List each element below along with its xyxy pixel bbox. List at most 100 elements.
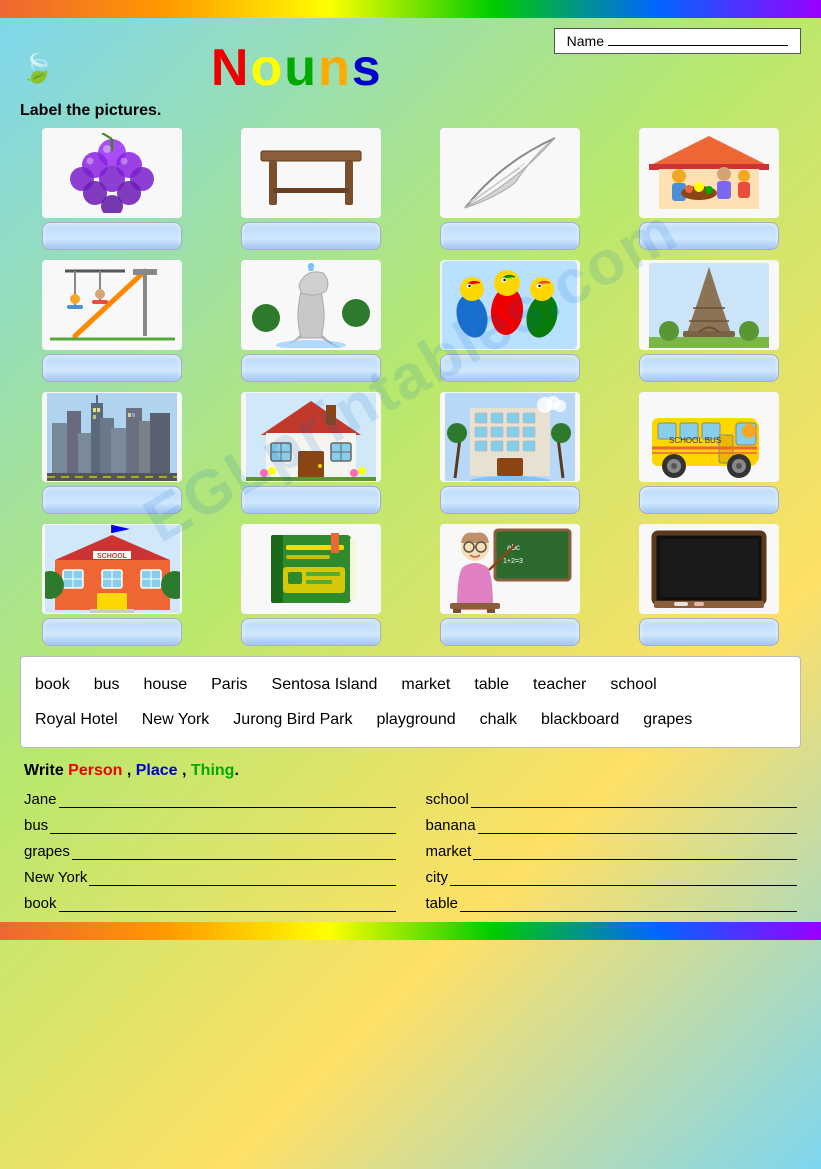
write-book-line[interactable]	[59, 894, 396, 912]
pic-label-book[interactable]	[241, 618, 381, 646]
pic-feather	[440, 128, 580, 218]
write-table: table	[426, 894, 798, 912]
wb-house: house	[144, 667, 188, 702]
pic-merlion	[241, 260, 381, 350]
write-market-label: market	[426, 843, 472, 860]
leaf-icon: 🍃	[20, 52, 55, 85]
wb-market: market	[401, 667, 450, 702]
wb-bus: bus	[94, 667, 120, 702]
pic-label-market[interactable]	[639, 222, 779, 250]
pic-market	[639, 128, 779, 218]
write-bus-line[interactable]	[50, 816, 395, 834]
pic-label-feather[interactable]	[440, 222, 580, 250]
label-instruction: Label the pictures.	[20, 102, 801, 120]
wb-book: book	[35, 667, 70, 702]
write-market-line[interactable]	[473, 842, 797, 860]
title-nouns: Nouns	[211, 38, 383, 98]
write-city: city	[426, 868, 798, 886]
pic-cell-school: SCHOOL	[20, 524, 205, 646]
pic-parrots	[440, 260, 580, 350]
pictures-grid: SCHOOL BUS	[20, 128, 801, 646]
pic-label-playground[interactable]	[42, 354, 182, 382]
pic-label-merlion[interactable]	[241, 354, 381, 382]
write-city-label: city	[426, 869, 449, 886]
name-line	[608, 45, 788, 46]
write-banana: banana	[426, 816, 798, 834]
pic-cell-grapes	[20, 128, 205, 250]
word-bank-row1: book bus house Paris Sentosa Island mark…	[35, 667, 786, 702]
pic-label-bus[interactable]	[639, 486, 779, 514]
bottom-border	[0, 922, 821, 940]
wb-school: school	[610, 667, 656, 702]
svg-text:1+2=3: 1+2=3	[503, 558, 523, 565]
pic-cell-feather	[418, 128, 603, 250]
wb-sentosa: Sentosa Island	[272, 667, 378, 702]
write-bus: bus	[24, 816, 396, 834]
write-grapes-label: grapes	[24, 843, 70, 860]
thing-label: Thing	[191, 762, 235, 779]
wb-royalhotel: Royal Hotel	[35, 702, 118, 737]
write-school-right: school	[426, 790, 798, 808]
letter-u: u	[284, 39, 318, 97]
pic-label-hotel[interactable]	[440, 486, 580, 514]
pic-blackboard	[639, 524, 779, 614]
write-city-line[interactable]	[450, 868, 797, 886]
pic-cell-market	[616, 128, 801, 250]
wb-chalk: chalk	[480, 702, 517, 737]
write-banana-label: banana	[426, 817, 476, 834]
pic-label-school[interactable]	[42, 618, 182, 646]
write-jane: Jane	[24, 790, 396, 808]
pic-cell-parrots	[418, 260, 603, 382]
pic-teacher: abc 1+2=3	[440, 524, 580, 614]
pic-hotel	[440, 392, 580, 482]
pic-grapes	[42, 128, 182, 218]
letter-s: s	[352, 39, 383, 97]
write-prefix: Write	[24, 762, 68, 779]
pic-cell-hotel	[418, 392, 603, 514]
pic-cell-bus: SCHOOL BUS	[616, 392, 801, 514]
write-newyork: New York	[24, 868, 396, 886]
write-book-label: book	[24, 895, 57, 912]
pic-newyork	[42, 392, 182, 482]
write-table-label: table	[426, 895, 459, 912]
person-label: Person	[68, 762, 122, 779]
write-newyork-line[interactable]	[89, 868, 395, 886]
write-newyork-label: New York	[24, 869, 87, 886]
wb-playground: playground	[376, 702, 455, 737]
pic-label-grapes[interactable]	[42, 222, 182, 250]
pic-cell-house	[219, 392, 404, 514]
pic-cell-newyork	[20, 392, 205, 514]
write-title: Write Person , Place , Thing.	[24, 762, 797, 780]
wb-jurong: Jurong Bird Park	[233, 702, 352, 737]
pic-label-paris[interactable]	[639, 354, 779, 382]
write-jane-label: Jane	[24, 791, 57, 808]
pic-cell-playground	[20, 260, 205, 382]
letter-N: N	[211, 39, 251, 97]
top-border	[0, 0, 821, 18]
pic-label-table[interactable]	[241, 222, 381, 250]
pic-label-parrots[interactable]	[440, 354, 580, 382]
write-school-label: school	[426, 791, 469, 808]
pic-label-blackboard[interactable]	[639, 618, 779, 646]
write-banana-line[interactable]	[478, 816, 797, 834]
write-grapes-line[interactable]	[72, 842, 396, 860]
pic-label-teacher[interactable]	[440, 618, 580, 646]
letter-o: o	[250, 39, 284, 97]
wb-paris: Paris	[211, 667, 247, 702]
svg-text:SCHOOL BUS: SCHOOL BUS	[669, 436, 721, 445]
pic-label-house[interactable]	[241, 486, 381, 514]
header-row: 🍃 Nouns Name	[20, 28, 801, 98]
main-content: 🍃 Nouns Name Label the pictures.	[0, 18, 821, 922]
pic-cell-table	[219, 128, 404, 250]
pic-book	[241, 524, 381, 614]
write-suffix: .	[234, 762, 238, 779]
word-bank: book bus house Paris Sentosa Island mark…	[20, 656, 801, 748]
wb-table: table	[474, 667, 509, 702]
write-jane-line[interactable]	[59, 790, 396, 808]
pic-cell-paris	[616, 260, 801, 382]
write-school-line[interactable]	[471, 790, 797, 808]
write-section: Write Person , Place , Thing. Jane schoo…	[20, 762, 801, 912]
write-table-line[interactable]	[460, 894, 797, 912]
pic-label-newyork[interactable]	[42, 486, 182, 514]
write-grid: Jane school bus banana grapes market New…	[24, 790, 797, 912]
